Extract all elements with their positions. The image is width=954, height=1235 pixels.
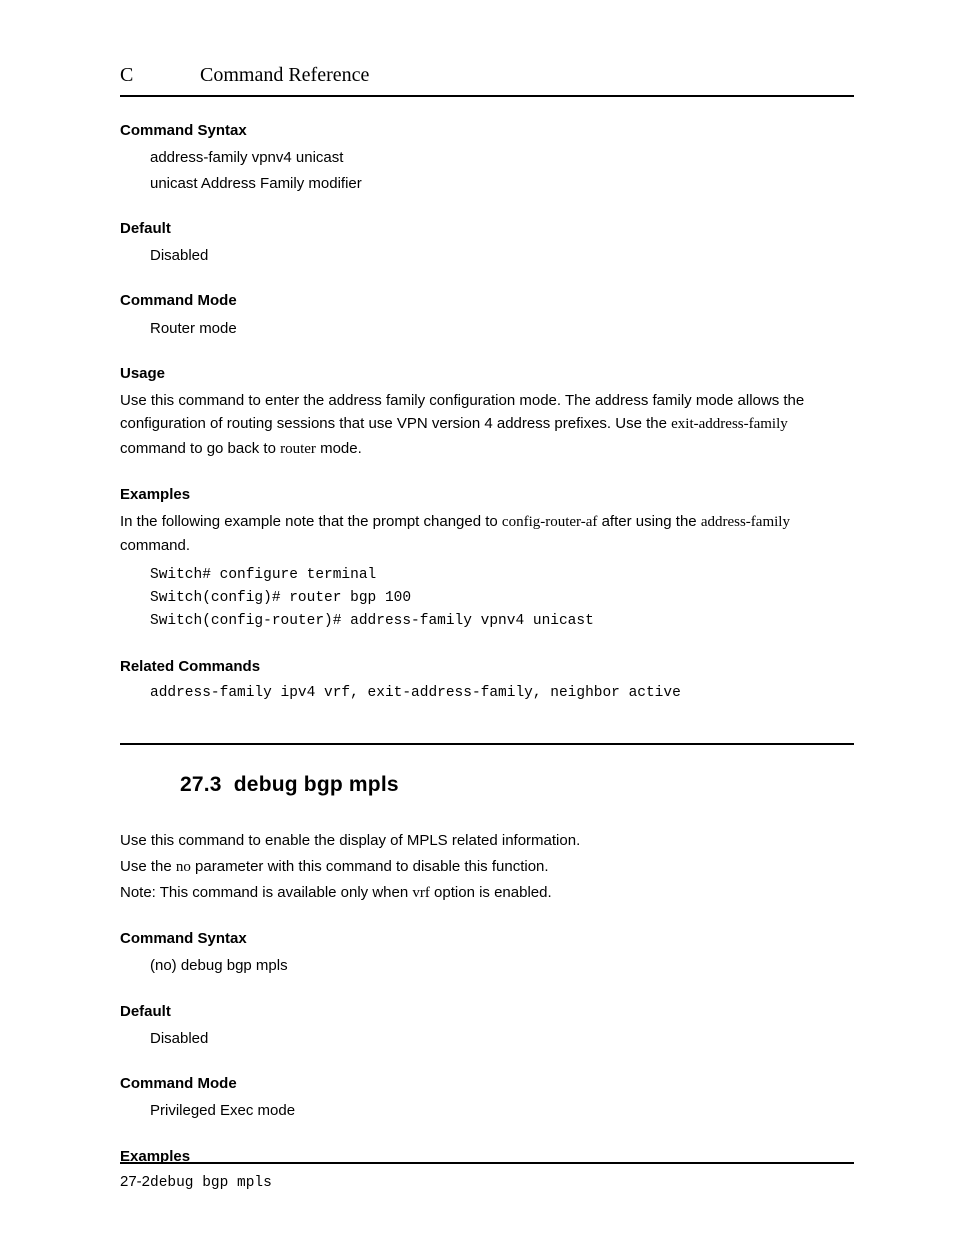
examples-text: command. — [120, 537, 190, 554]
header-title: Command Reference — [200, 60, 369, 91]
inline-command: exit-address-family — [671, 416, 788, 432]
header-letter: C — [120, 60, 200, 91]
code-line: Switch(config-router)# address-family vp… — [150, 610, 854, 633]
inline-keyword: vrf — [412, 885, 430, 901]
examples-text: In the following example note that the p… — [120, 513, 502, 530]
examples-paragraph: In the following example note that the p… — [120, 510, 854, 558]
heading-usage: Usage — [120, 362, 854, 385]
intro-line: Use this command to enable the display o… — [120, 829, 854, 852]
page-footer: 27-2 — [120, 1162, 854, 1193]
section-debug-bgp-mpls: Use this command to enable the display o… — [120, 829, 854, 1194]
usage-paragraph: Use this command to enter the address fa… — [120, 389, 854, 461]
syntax-line: address-family vpnv4 unicast — [150, 146, 854, 169]
section-number: 27.3 — [180, 773, 222, 796]
intro-line: Use the no parameter with this command t… — [120, 855, 854, 879]
default-value: Disabled — [150, 1027, 854, 1050]
inline-command: router — [280, 441, 316, 457]
usage-text: mode. — [316, 440, 362, 457]
intro-text: parameter with this command to disable t… — [191, 858, 549, 875]
usage-text: command to go back to — [120, 440, 280, 457]
heading-default: Default — [120, 1000, 854, 1023]
heading-related-commands: Related Commands — [120, 655, 854, 678]
syntax-value: (no) debug bgp mpls — [150, 954, 854, 977]
inline-keyword: config-router-af — [502, 514, 597, 530]
heading-command-mode: Command Mode — [120, 1072, 854, 1095]
intro-text: Use the — [120, 858, 176, 875]
section-address-family: Command Syntax address-family vpnv4 unic… — [120, 119, 854, 705]
inline-keyword: address-family — [701, 514, 790, 530]
syntax-line: unicast Address Family modifier — [150, 172, 854, 195]
inline-keyword: no — [176, 859, 191, 875]
code-line: Switch# configure terminal — [150, 564, 854, 587]
mode-value: Privileged Exec mode — [150, 1099, 854, 1122]
code-block: Switch# configure terminal Switch(config… — [120, 564, 854, 634]
intro-text: Note: This command is available only whe… — [120, 884, 412, 901]
heading-command-mode: Command Mode — [120, 289, 854, 312]
section-name: debug bgp mpls — [234, 773, 399, 796]
heading-default: Default — [120, 217, 854, 240]
code-line: Switch(config)# router bgp 100 — [150, 587, 854, 610]
examples-text: after using the — [597, 513, 700, 530]
page-number: 27-2 — [120, 1173, 150, 1190]
intro-line: Note: This command is available only whe… — [120, 881, 854, 905]
related-commands-value: address-family ipv4 vrf, exit-address-fa… — [150, 682, 854, 704]
mode-value: Router mode — [150, 317, 854, 340]
section-title: 27.3 debug bgp mpls — [180, 769, 854, 802]
page-header: C Command Reference — [120, 60, 854, 97]
default-value: Disabled — [150, 244, 854, 267]
heading-command-syntax: Command Syntax — [120, 119, 854, 142]
heading-command-syntax: Command Syntax — [120, 927, 854, 950]
section-divider — [120, 743, 854, 745]
heading-examples: Examples — [120, 483, 854, 506]
intro-text: option is enabled. — [430, 884, 552, 901]
